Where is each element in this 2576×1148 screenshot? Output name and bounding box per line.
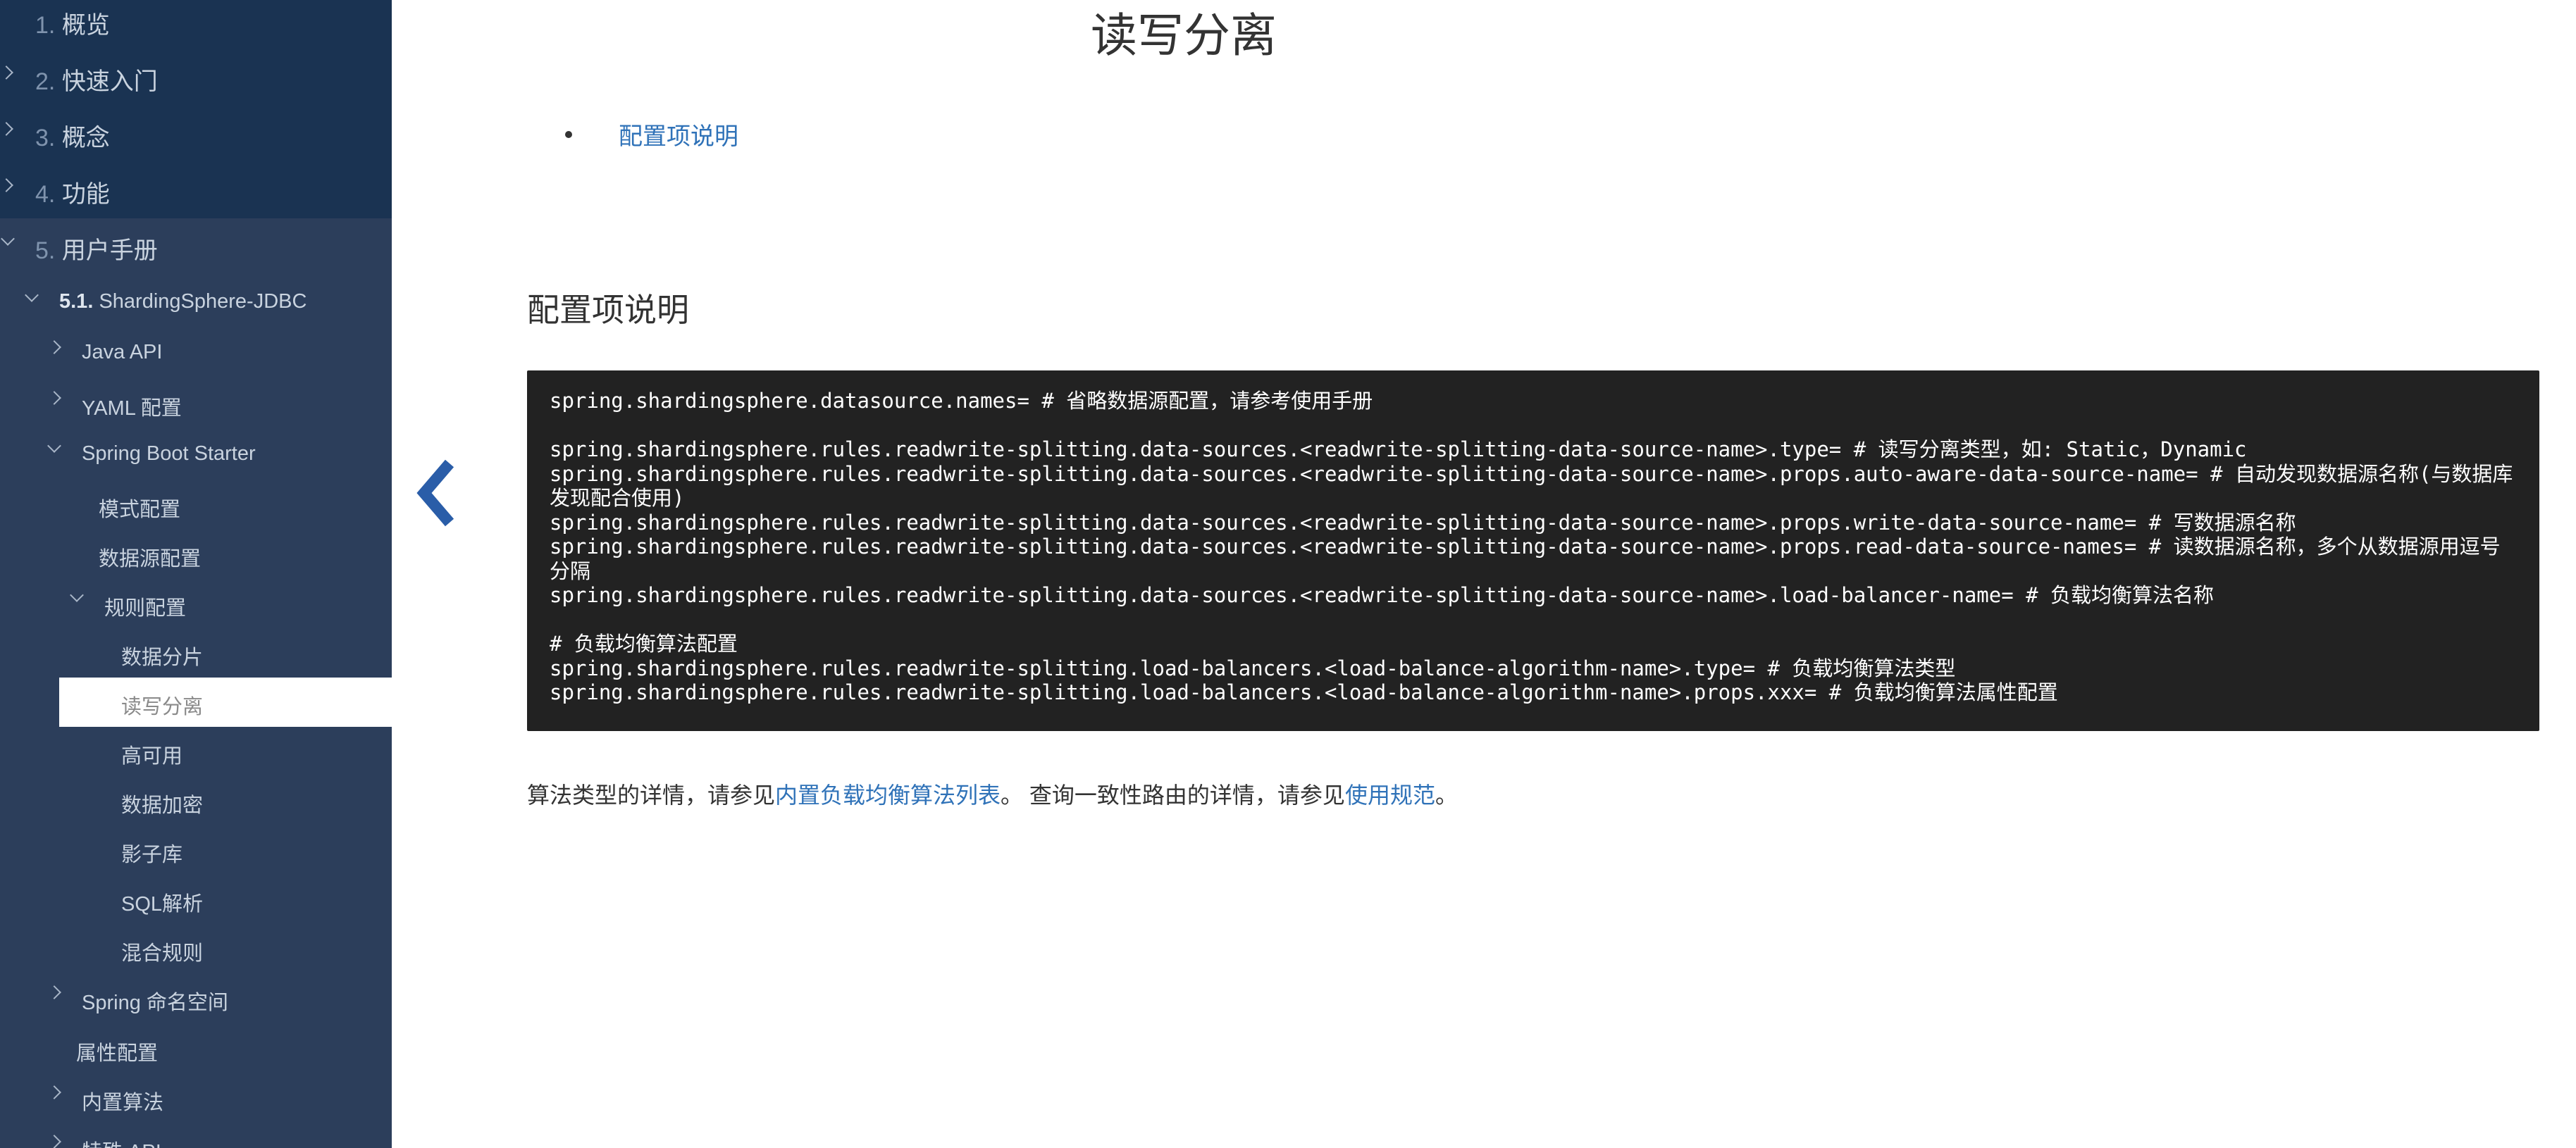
sidebar-item-rule-config[interactable]: 规则配置 bbox=[70, 588, 187, 621]
sidebar-item-number: 1. bbox=[35, 12, 56, 39]
code-line: spring.shardingsphere.rules.readwrite-sp… bbox=[550, 461, 2513, 511]
chevron-down-icon[interactable] bbox=[47, 439, 61, 453]
section-heading: 配置项说明 bbox=[527, 292, 689, 328]
sidebar-item-readwrite-splitting[interactable]: 读写分离 bbox=[121, 690, 203, 720]
sidebar-item-encryption[interactable]: 数据加密 bbox=[121, 789, 203, 818]
chevron-down-icon[interactable] bbox=[70, 588, 84, 602]
chevron-right-icon[interactable] bbox=[47, 1085, 61, 1099]
sidebar-item-label: 规则配置 bbox=[104, 597, 187, 620]
sidebar-item-label: YAML 配置 bbox=[82, 397, 182, 420]
toc-link-config-items[interactable]: 配置项说明 bbox=[619, 117, 738, 151]
chevron-down-icon[interactable] bbox=[25, 288, 39, 302]
sidebar-item-label: 内置算法 bbox=[82, 1092, 164, 1114]
paragraph-text: 算法类型的详情，请参见 bbox=[527, 782, 776, 808]
chevron-down-icon[interactable] bbox=[1, 232, 15, 246]
prev-page-button[interactable] bbox=[416, 458, 458, 528]
sidebar-item-label: 影子库 bbox=[121, 844, 183, 866]
code-line: spring.shardingsphere.rules.readwrite-sp… bbox=[550, 437, 2247, 461]
code-line: spring.shardingsphere.rules.readwrite-sp… bbox=[550, 680, 2058, 704]
link-usage-norms[interactable]: 使用规范 bbox=[1345, 782, 1435, 808]
sidebar-active-highlight bbox=[59, 678, 392, 727]
chevron-right-icon[interactable] bbox=[47, 985, 61, 999]
sidebar-item-spring-namespace[interactable]: Spring 命名空间 bbox=[47, 985, 228, 1016]
sidebar-item-label: SQL解析 bbox=[121, 893, 204, 916]
chevron-right-icon[interactable] bbox=[47, 340, 61, 354]
sidebar-item-user-manual[interactable]: 5. 用户手册 bbox=[1, 231, 158, 266]
sidebar-item-features[interactable]: 4. 功能 bbox=[0, 175, 110, 209]
code-line: # 负载均衡算法配置 bbox=[550, 632, 738, 656]
sidebar-item-spring-boot-starter[interactable]: Spring Boot Starter bbox=[47, 439, 256, 466]
code-line: spring.shardingsphere.rules.readwrite-sp… bbox=[550, 535, 2501, 583]
sidebar-item-label: ShardingSphere-JDBC bbox=[99, 290, 307, 313]
sidebar-item-number: 4. bbox=[35, 181, 56, 208]
sidebar-item-sql-parser[interactable]: SQL解析 bbox=[121, 887, 203, 917]
sidebar-item-label: 概览 bbox=[61, 12, 110, 39]
sidebar-item-shadow[interactable]: 影子库 bbox=[121, 838, 182, 868]
sidebar-item-label: 用户手册 bbox=[61, 237, 158, 264]
sidebar-item-java-api[interactable]: Java API bbox=[47, 340, 163, 364]
sidebar-item-sharding[interactable]: 数据分片 bbox=[121, 641, 203, 670]
sidebar-item-datasource-config[interactable]: 数据源配置 bbox=[99, 542, 201, 572]
sidebar-item-label: Java API bbox=[82, 341, 163, 363]
sidebar-item-label: 读写分离 bbox=[121, 696, 204, 718]
sidebar-item-builtin-algorithms[interactable]: 内置算法 bbox=[47, 1085, 164, 1116]
sidebar-item-concepts[interactable]: 3. 概念 bbox=[0, 118, 110, 153]
paragraph-text: 。 查询一致性路由的详情，请参见 bbox=[1001, 782, 1345, 808]
page: 1. 概览 2. 快速入门 3. 概念 4. 功能 5. 用户手册 5.1. S… bbox=[0, 0, 2576, 1148]
chevron-right-icon[interactable] bbox=[47, 391, 61, 405]
code-line: spring.shardingsphere.rules.readwrite-sp… bbox=[550, 510, 2296, 535]
sidebar-item-number: 2. bbox=[35, 68, 56, 95]
sidebar-item-shardingsphere-jdbc[interactable]: 5.1. ShardingSphere-JDBC bbox=[25, 288, 307, 313]
sidebar-item-overview[interactable]: 1. 概览 bbox=[35, 6, 110, 40]
sidebar-item-properties[interactable]: 属性配置 bbox=[76, 1037, 158, 1066]
code-line: spring.shardingsphere.rules.readwrite-sp… bbox=[550, 583, 2215, 607]
chevron-right-icon[interactable] bbox=[47, 1135, 61, 1148]
sidebar-item-number: 3. bbox=[35, 125, 56, 151]
chevron-left-icon[interactable] bbox=[416, 458, 458, 528]
sidebar-item-label: 数据加密 bbox=[121, 794, 204, 817]
sidebar-item-label: 高可用 bbox=[121, 745, 183, 768]
algorithm-note-paragraph: 算法类型的详情，请参见内置负载均衡算法列表。 查询一致性路由的详情，请参见使用规… bbox=[527, 778, 1458, 810]
code-line: spring.shardingsphere.datasource.names= … bbox=[550, 389, 1373, 413]
sidebar-item-label: 快速入门 bbox=[61, 68, 158, 95]
sidebar-item-special-api[interactable]: 特殊 API bbox=[47, 1135, 161, 1148]
sidebar-nav: 1. 概览 2. 快速入门 3. 概念 4. 功能 5. 用户手册 5.1. S… bbox=[0, 0, 392, 1148]
sidebar-item-label: 特殊 API bbox=[82, 1141, 161, 1148]
sidebar-item-number: 5.1. bbox=[59, 290, 94, 313]
sidebar-item-quick-start[interactable]: 2. 快速入门 bbox=[0, 62, 158, 96]
sidebar-item-label: 混合规则 bbox=[121, 942, 204, 965]
code-block: spring.shardingsphere.datasource.names= … bbox=[527, 370, 2539, 731]
sidebar-item-label: Spring Boot Starter bbox=[82, 442, 256, 465]
code-line: spring.shardingsphere.rules.readwrite-sp… bbox=[550, 656, 1956, 680]
sidebar-item-label: 模式配置 bbox=[99, 499, 181, 521]
toc-bullet bbox=[565, 131, 572, 138]
sidebar-item-mode-config[interactable]: 模式配置 bbox=[99, 493, 180, 523]
page-title: 读写分离 bbox=[1091, 9, 1277, 61]
sidebar-item-mixed-rules[interactable]: 混合规则 bbox=[121, 937, 203, 966]
sidebar-item-label: 数据分片 bbox=[121, 647, 204, 669]
sidebar-item-label: 概念 bbox=[61, 125, 110, 151]
sidebar-item-yaml-config[interactable]: YAML 配置 bbox=[47, 391, 182, 421]
sidebar-item-label: 功能 bbox=[61, 181, 110, 208]
sidebar-item-number: 5. bbox=[35, 237, 56, 264]
link-builtin-load-balance-algorithms[interactable]: 内置负载均衡算法列表 bbox=[775, 782, 1001, 808]
paragraph-text: 。 bbox=[1435, 782, 1458, 808]
sidebar-item-high-availability[interactable]: 高可用 bbox=[121, 740, 182, 769]
sidebar-item-label: 数据源配置 bbox=[99, 548, 202, 570]
sidebar-item-label: Spring 命名空间 bbox=[82, 992, 228, 1014]
sidebar-item-label: 属性配置 bbox=[76, 1042, 159, 1065]
